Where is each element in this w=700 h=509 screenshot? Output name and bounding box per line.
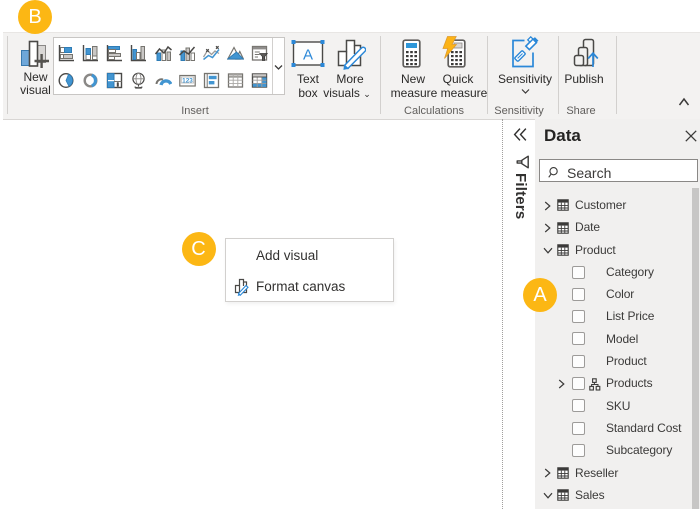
svg-text:123: 123 [182,78,193,85]
svg-text:A: A [303,47,313,64]
